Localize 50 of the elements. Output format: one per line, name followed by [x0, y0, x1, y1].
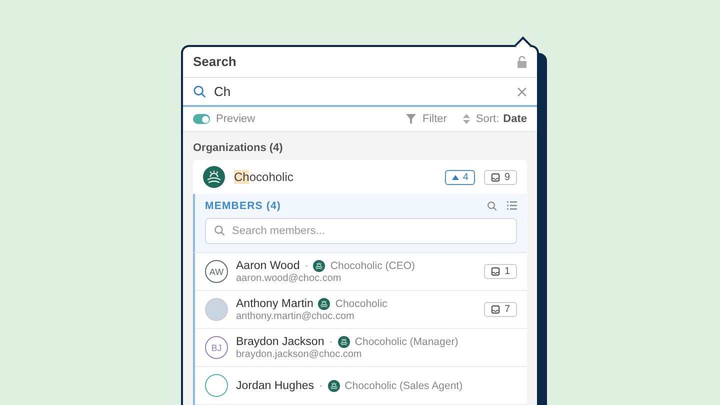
- organization-item[interactable]: Chocoholic 4 9: [193, 160, 527, 194]
- member-name: Aaron Wood: [236, 260, 300, 272]
- member-name: Jordan Hughes: [236, 380, 314, 392]
- avatar: AW: [205, 260, 228, 283]
- separator: ·: [319, 380, 323, 392]
- inbox-count-badge: 9: [484, 170, 517, 184]
- photo-placeholder: [205, 298, 228, 321]
- separator: ·: [304, 260, 308, 272]
- member-row[interactable]: Jordan Hughes · Chocoholic (Sales Agent): [195, 367, 527, 405]
- member-organization: Chocoholic (CEO): [330, 260, 416, 272]
- inbox-count-badge: 1: [484, 264, 517, 279]
- member-organization: Chocoholic (Manager): [354, 336, 458, 348]
- inbox-count-badge: 7: [484, 302, 517, 317]
- sort-button[interactable]: Sort: Date: [476, 113, 527, 126]
- member-organization: Chocoholic: [335, 298, 388, 310]
- sort-icon: [462, 114, 470, 124]
- member-name: Anthony Martin: [236, 298, 314, 310]
- member-row[interactable]: BJ Braydon Jackson · Chocoholic (Manager) braydon.jackson@choc.com: [195, 329, 527, 367]
- member-organization: Chocoholic (Sales Agent): [344, 380, 463, 392]
- list-icon[interactable]: [507, 201, 517, 210]
- member-email: aaron.wood@choc.com: [236, 272, 342, 284]
- preview-toggle[interactable]: [193, 114, 210, 124]
- filter-button[interactable]: Filter: [422, 113, 447, 126]
- member-search-field[interactable]: Search members...: [205, 218, 517, 244]
- search-icon: [193, 85, 206, 98]
- unlocked-lock-icon[interactable]: [517, 56, 527, 68]
- organization-name: Chocoholic: [234, 170, 294, 184]
- section-heading: Organizations (4): [193, 141, 284, 156]
- organization-logo-icon: [318, 298, 330, 310]
- organization-logo-icon: [338, 336, 350, 348]
- avatar: BJ: [205, 336, 228, 359]
- members-heading: MEMBERS (4): [205, 200, 282, 212]
- logo-icon: [203, 166, 225, 188]
- member-email: braydon.jackson@choc.com: [236, 348, 363, 360]
- member-name: Braydon Jackson: [236, 336, 324, 348]
- inbox-icon: [491, 305, 500, 314]
- member-email: anthony.martin@choc.com: [236, 310, 356, 322]
- member-count-badge[interactable]: 4: [444, 170, 476, 184]
- search-icon: [487, 201, 497, 211]
- preview-label: Preview: [216, 113, 256, 126]
- separator: ·: [329, 336, 333, 348]
- inbox-icon: [491, 172, 500, 182]
- organization-logo-icon: [313, 260, 326, 272]
- panel-title: Search: [193, 54, 236, 70]
- close-icon[interactable]: [517, 86, 527, 97]
- inbox-icon: [491, 267, 500, 276]
- filter-icon: [406, 114, 416, 124]
- organization-logo-icon: [328, 380, 340, 392]
- member-row[interactable]: AW Aaron Wood · Chocoholic (CEO) aaron.wood@choc.com 1: [195, 253, 527, 291]
- member-row[interactable]: Anthony Martin Chocoholic anthony.martin@choc.com 7: [195, 291, 527, 329]
